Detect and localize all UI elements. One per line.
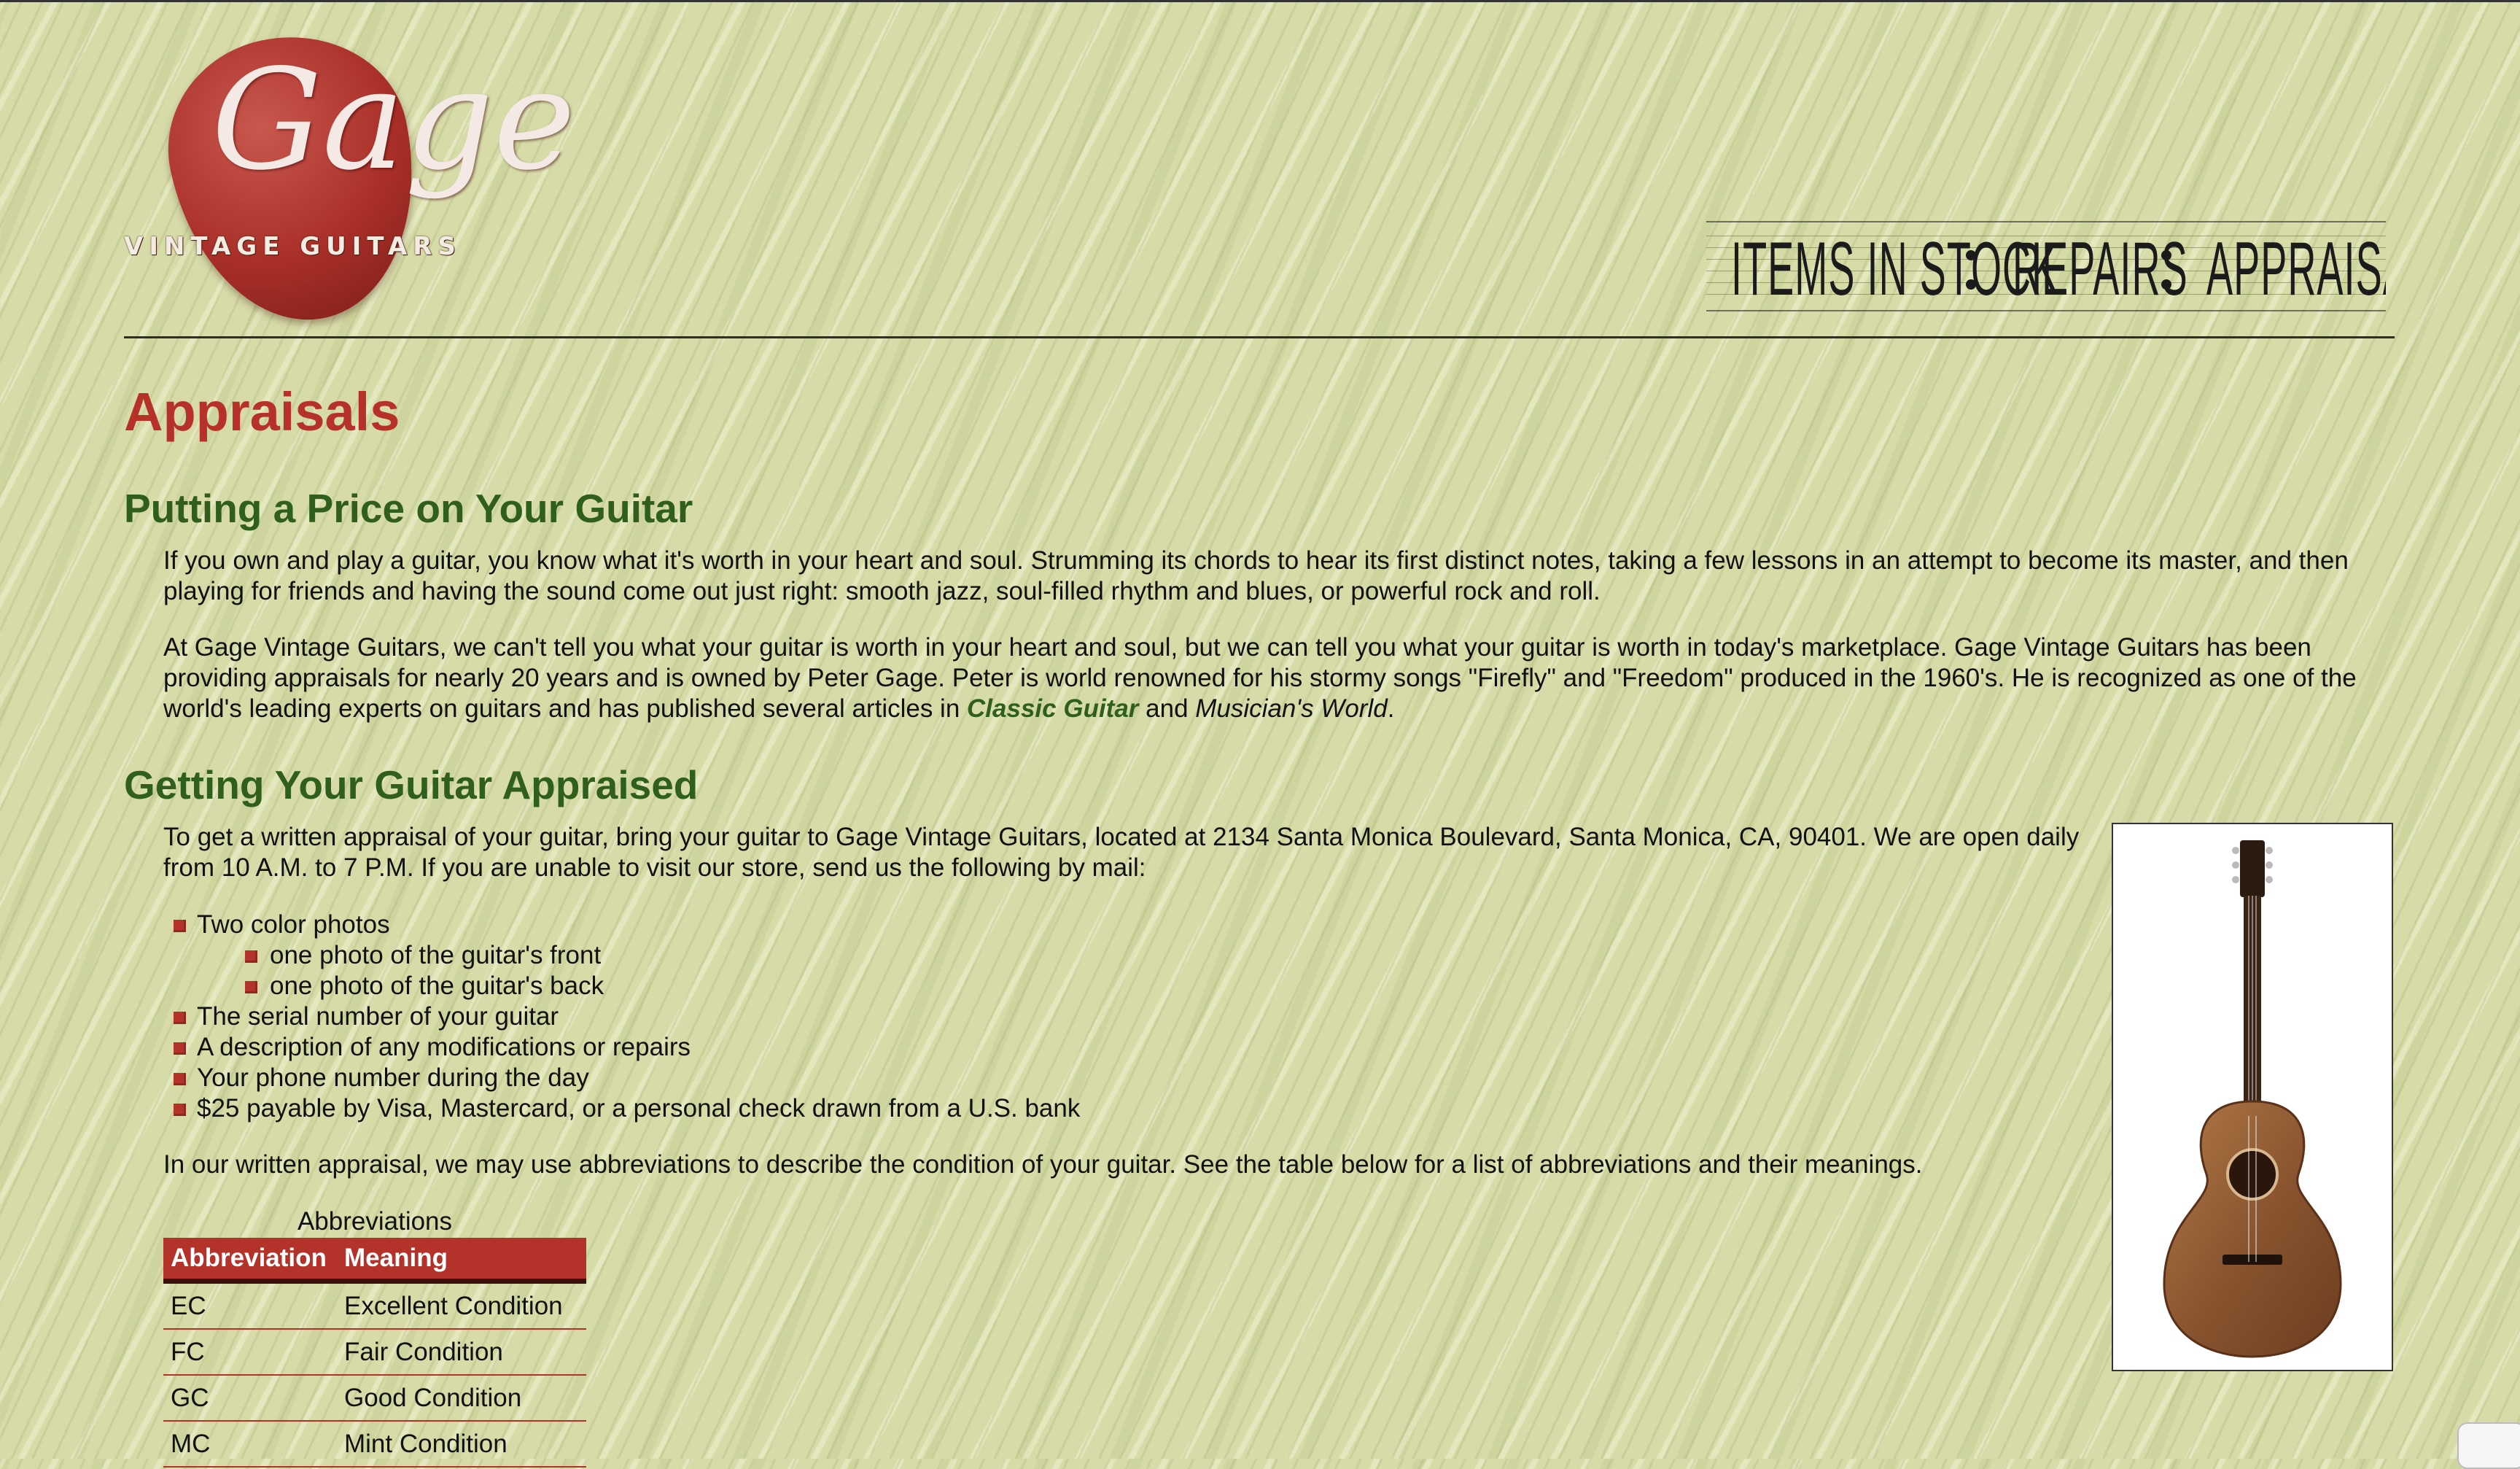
classic-guitar-link[interactable]: Classic Guitar xyxy=(967,694,1138,723)
list-item: $25 payable by Visa, Mastercard, or a pe… xyxy=(163,1093,1080,1124)
section-heading-price: Putting a Price on Your Guitar xyxy=(124,486,693,531)
section-heading-appraised: Getting Your Guitar Appraised xyxy=(124,762,699,807)
column-header-abbreviation: Abbreviation xyxy=(163,1238,337,1284)
list-item: A description of any modifications or re… xyxy=(163,1032,1080,1063)
mail-items-list: Two color photos one photo of the guitar… xyxy=(163,910,1080,1124)
list-item: one photo of the guitar's front xyxy=(163,940,1080,971)
browser-overlay-button[interactable] xyxy=(2457,1422,2520,1469)
table-row: GC Good Condition xyxy=(163,1375,586,1422)
header-divider xyxy=(124,336,2395,338)
cell-abbreviation: MC xyxy=(163,1421,337,1468)
intro-paragraph: If you own and play a guitar, you know w… xyxy=(163,546,2349,605)
logo-script-text: Gage xyxy=(211,39,576,201)
musicians-world-title: Musician's World xyxy=(1195,694,1388,723)
list-item: Two color photos xyxy=(163,910,1080,940)
cell-abbreviation: GC xyxy=(163,1375,337,1422)
table-header-row: Abbreviation Meaning xyxy=(163,1238,586,1284)
main-nav: ITEMS IN STOCK REPAIRS APPRAISALS xyxy=(1706,221,2386,311)
nav-items-in-stock[interactable]: ITEMS IN STOCK xyxy=(1731,231,2058,307)
table-row: EC Excellent Condition xyxy=(163,1281,586,1330)
cell-meaning: Fair Condition xyxy=(337,1329,586,1376)
nav-bar: ITEMS IN STOCK REPAIRS APPRAISALS xyxy=(1706,221,2386,311)
about-text-and: and xyxy=(1138,694,1196,723)
column-header-meaning: Meaning xyxy=(337,1238,586,1284)
acoustic-guitar-icon xyxy=(2163,840,2342,1358)
cell-meaning: Mint Condition xyxy=(337,1421,586,1468)
cell-meaning: Excellent Condition xyxy=(337,1281,586,1330)
list-item: The serial number of your guitar xyxy=(163,1001,1080,1032)
list-item: Your phone number during the day xyxy=(163,1063,1080,1093)
window-top-border xyxy=(0,0,2520,2)
nav-appraisals[interactable]: APPRAISALS xyxy=(2206,231,2386,307)
instructions-paragraph: To get a written appraisal of your guita… xyxy=(163,823,2080,882)
table-row: FC Fair Condition xyxy=(163,1329,586,1376)
cell-abbreviation: FC xyxy=(163,1329,337,1376)
abbreviations-table: Abbreviation Meaning EC Excellent Conditi… xyxy=(163,1238,586,1468)
nav-repairs[interactable]: REPAIRS xyxy=(2012,231,2188,307)
page-title: Appraisals xyxy=(124,381,400,442)
list-item: one photo of the guitar's back xyxy=(163,971,1080,1001)
logo-brand-text: VINTAGE GUITARS xyxy=(124,232,462,261)
guitar-photo xyxy=(2112,823,2393,1371)
about-paragraph: At Gage Vintage Guitars, we can't tell y… xyxy=(163,632,2380,724)
abbreviations-intro: In our written appraisal, we may use abb… xyxy=(163,1150,1923,1179)
cell-meaning: Good Condition xyxy=(337,1375,586,1422)
gage-logo[interactable]: Gage VINTAGE GUITARS xyxy=(124,14,576,344)
table-row: MC Mint Condition xyxy=(163,1421,586,1468)
table-caption: Abbreviations xyxy=(297,1207,453,1236)
about-text-end: . xyxy=(1387,694,1395,723)
cell-abbreviation: EC xyxy=(163,1281,337,1330)
